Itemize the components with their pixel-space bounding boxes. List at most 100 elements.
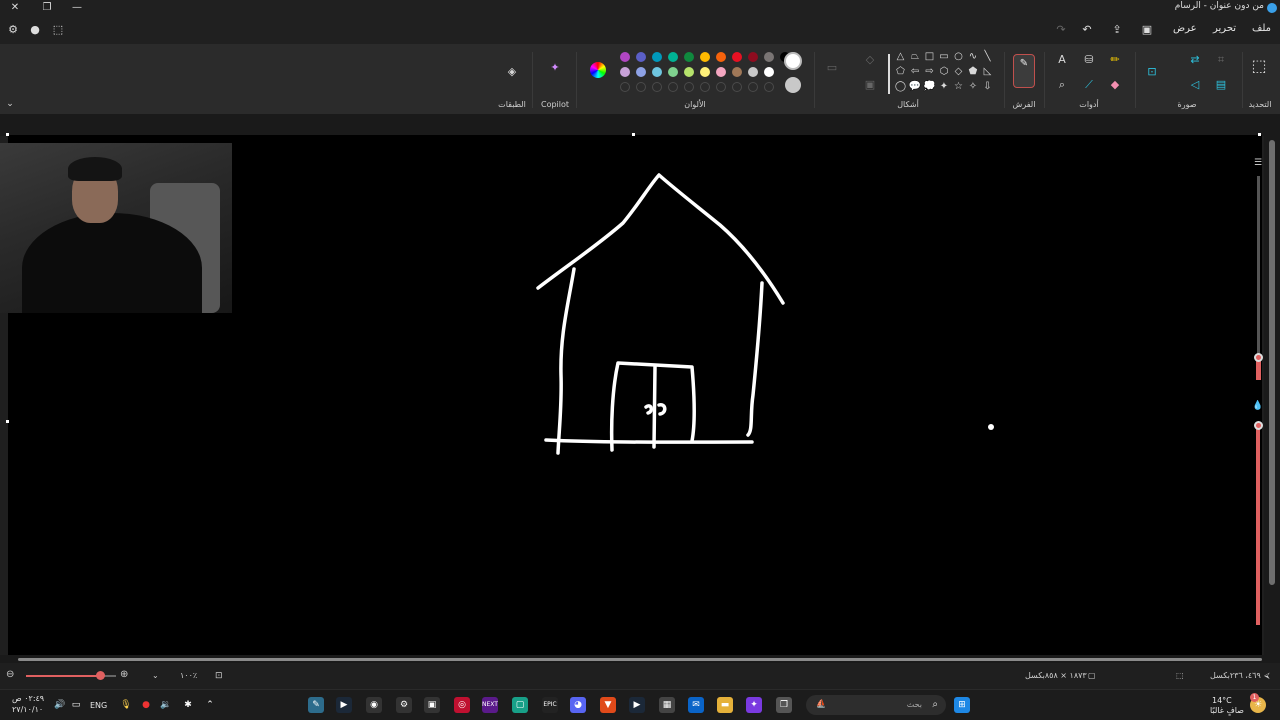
share-icon[interactable]: ⇪: [1109, 22, 1125, 38]
discord-icon[interactable]: ◕: [570, 697, 586, 713]
custom-color-slot[interactable]: [668, 82, 678, 92]
custom-color-slot[interactable]: [700, 82, 710, 92]
fill-dropdown-icon[interactable]: ▣: [862, 77, 878, 93]
copilot-icon[interactable]: ✦: [547, 60, 563, 76]
custom-color-slot[interactable]: [652, 82, 662, 92]
opacity-thumb[interactable]: [1254, 421, 1263, 430]
menu-file[interactable]: ملف: [1252, 23, 1271, 34]
fit-to-window-icon[interactable]: ⊡: [215, 671, 223, 681]
palette-swatch[interactable]: [700, 67, 710, 77]
palette-swatch[interactable]: [684, 67, 694, 77]
copilot-taskbar-icon[interactable]: ✦: [746, 697, 762, 713]
palette-swatch[interactable]: [620, 52, 630, 62]
resize-handle[interactable]: [1258, 133, 1261, 136]
speaker-tray-icon[interactable]: 🔉: [158, 697, 174, 713]
palette-swatch[interactable]: [652, 52, 662, 62]
zoom-out-icon[interactable]: ⊖: [6, 669, 14, 680]
minimize-icon[interactable]: —: [62, 0, 92, 16]
volume-icon[interactable]: 🔊: [52, 697, 68, 713]
app-red-icon[interactable]: ◎: [454, 697, 470, 713]
shape-option-icon[interactable]: ▭: [938, 50, 951, 63]
menu-edit[interactable]: تحرير: [1213, 23, 1236, 34]
zoom-dropdown-icon[interactable]: ⌄: [152, 671, 159, 680]
app-next-icon[interactable]: NEXT: [482, 697, 498, 713]
crop-icon[interactable]: ⌗: [1213, 52, 1229, 68]
weather-temp[interactable]: 14°C: [1212, 696, 1232, 705]
share-feedback-icon[interactable]: ⬚: [50, 22, 66, 38]
palette-swatch[interactable]: [652, 67, 662, 77]
close-icon[interactable]: ✕: [0, 0, 30, 16]
shape-option-icon[interactable]: ⏢: [909, 50, 922, 63]
resize-handle[interactable]: [6, 420, 9, 423]
palette-swatch[interactable]: [716, 67, 726, 77]
palette-swatch[interactable]: [620, 67, 630, 77]
resize-icon[interactable]: ▤: [1213, 77, 1229, 93]
palette-swatch[interactable]: [636, 52, 646, 62]
network-icon[interactable]: ▭: [68, 697, 84, 713]
hscroll-thumb[interactable]: [18, 658, 1262, 661]
shape-option-icon[interactable]: 💬: [909, 80, 922, 93]
brave-icon[interactable]: ▼: [600, 697, 616, 713]
shape-option-icon[interactable]: ○: [952, 50, 965, 63]
outline-icon[interactable]: ▭: [824, 60, 840, 76]
redo-icon[interactable]: ↷: [1053, 22, 1069, 38]
secondary-color-swatch[interactable]: [785, 77, 801, 93]
tray-overflow-icon[interactable]: ⌃: [202, 697, 218, 713]
epic-games-icon[interactable]: EPIC: [542, 697, 558, 713]
language-indicator[interactable]: ENG: [90, 701, 107, 710]
file-explorer-icon[interactable]: ▬: [717, 697, 733, 713]
custom-color-slot[interactable]: [732, 82, 742, 92]
shape-option-icon[interactable]: ◯: [894, 80, 907, 93]
shape-option-icon[interactable]: △: [894, 50, 907, 63]
selection-icon[interactable]: ⬚: [1251, 58, 1267, 74]
primary-color-swatch[interactable]: [784, 52, 802, 70]
paint-taskbar-icon[interactable]: ✎: [308, 697, 324, 713]
palette-swatch[interactable]: [748, 52, 758, 62]
custom-color-slot[interactable]: [716, 82, 726, 92]
custom-color-slot[interactable]: [764, 82, 774, 92]
shape-option-icon[interactable]: ⇩: [981, 80, 994, 93]
shape-option-icon[interactable]: ◺: [981, 65, 994, 78]
fill-icon[interactable]: ◇: [862, 52, 878, 68]
account-icon[interactable]: ●: [27, 22, 43, 38]
shape-option-icon[interactable]: □: [923, 50, 936, 63]
color-picker-icon[interactable]: [590, 62, 606, 78]
magnifier-icon[interactable]: ⌕: [1054, 77, 1070, 93]
palette-swatch[interactable]: [700, 52, 710, 62]
palette-swatch[interactable]: [764, 67, 774, 77]
palette-swatch[interactable]: [732, 52, 742, 62]
image-background-icon[interactable]: ⊡: [1144, 64, 1160, 80]
outlook-icon[interactable]: ✉: [688, 697, 704, 713]
resize-handle[interactable]: [6, 133, 9, 136]
vertical-scrollbar[interactable]: [1264, 136, 1280, 656]
clock-date[interactable]: ٢٧/١٠/١٠: [12, 705, 43, 714]
settings-tray-icon[interactable]: ✱: [180, 697, 196, 713]
flip-icon[interactable]: ◁: [1187, 77, 1203, 93]
search-box[interactable]: ⛵ بحث ⌕: [806, 695, 946, 715]
palette-swatch[interactable]: [732, 67, 742, 77]
eraser-icon[interactable]: ◆: [1107, 77, 1123, 93]
settings-icon[interactable]: ⚙: [5, 22, 21, 38]
shape-option-icon[interactable]: ⬟: [967, 65, 980, 78]
horizontal-scrollbar[interactable]: [0, 655, 1280, 663]
start-icon[interactable]: ⊞: [954, 697, 970, 713]
shape-option-icon[interactable]: ╲: [981, 50, 994, 63]
palette-swatch[interactable]: [748, 67, 758, 77]
text-tool-icon[interactable]: A: [1054, 52, 1070, 68]
store-icon[interactable]: ▦: [659, 697, 675, 713]
layers-icon[interactable]: ◈: [504, 64, 520, 80]
clock-time[interactable]: ٠٢:٤٩ ص: [12, 694, 44, 703]
shape-option-icon[interactable]: ☆: [952, 80, 965, 93]
custom-color-slot[interactable]: [684, 82, 694, 92]
task-view-icon[interactable]: ❐: [776, 697, 792, 713]
steam-icon[interactable]: ▶: [336, 697, 352, 713]
brush-size-thumb[interactable]: [1254, 353, 1263, 362]
color-picker-tool-icon[interactable]: ⟋: [1081, 77, 1097, 93]
restore-icon[interactable]: ❐: [32, 0, 62, 16]
app-icon[interactable]: ▣: [424, 697, 440, 713]
brushes-button[interactable]: ✎: [1013, 54, 1035, 88]
palette-swatch[interactable]: [684, 52, 694, 62]
zoom-in-icon[interactable]: ⊕: [120, 669, 128, 680]
shape-option-icon[interactable]: 💭: [923, 80, 936, 93]
app-green-icon[interactable]: ▢: [512, 697, 528, 713]
